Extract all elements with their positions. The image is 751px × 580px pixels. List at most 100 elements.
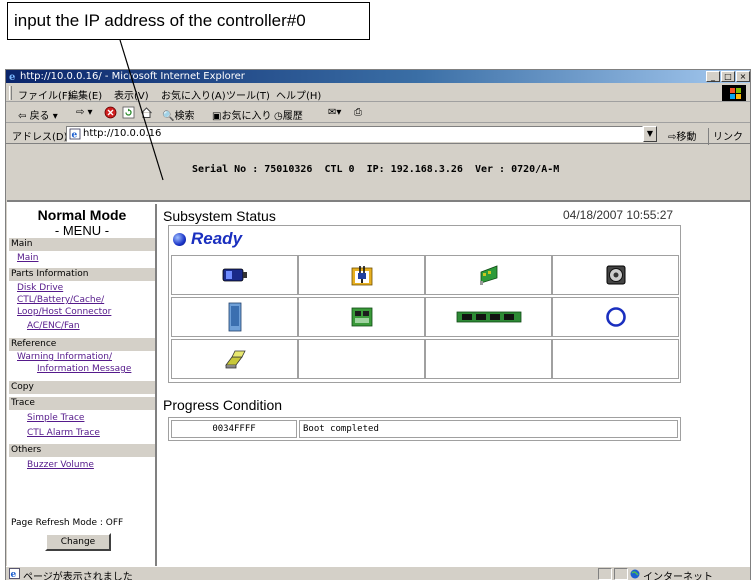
address-bar: アドレス(D) e http://10.0.0.16 ▼ ⇨移動 リンク » — [6, 124, 750, 154]
menu-favorites[interactable]: お気に入り(A) — [161, 87, 226, 102]
address-url: http://10.0.0.16 — [83, 128, 162, 139]
toolbar: ⇦ 戻る ▾ ⇨ ▾ 🔍検索 ▣お気に入り ◷履歴 ✉▾ ⎙ — [6, 103, 750, 123]
network-card-cell[interactable] — [425, 255, 552, 295]
menu-edit[interactable]: 編集(E) — [68, 87, 102, 102]
status-ball-icon — [173, 233, 186, 246]
empty-cell — [552, 339, 679, 379]
subsystem-status-title: Subsystem Status — [163, 208, 276, 224]
disk-drive-cell[interactable] — [171, 297, 298, 337]
page-refresh-mode: Page Refresh Mode : OFF — [11, 518, 124, 528]
windows-flag-icon — [722, 85, 746, 101]
battery-icon — [222, 268, 247, 282]
search-button[interactable]: 🔍検索 — [162, 107, 194, 122]
link-simple-trace[interactable]: Simple Trace — [27, 413, 84, 423]
svg-text:e: e — [9, 72, 15, 81]
link-ctl-battery-cache[interactable]: CTL/Battery/Cache/ — [17, 295, 104, 305]
maximize-button[interactable]: □ — [721, 71, 735, 82]
link-warning-information[interactable]: Warning Information/ — [17, 352, 112, 362]
internet-zone: インターネット — [630, 568, 713, 580]
globe-icon — [630, 569, 640, 579]
print-button[interactable]: ⎙ — [354, 107, 362, 118]
go-label: 移動 — [676, 132, 697, 143]
controller-board-cell[interactable] — [298, 297, 425, 337]
host-connector-cell[interactable] — [171, 339, 298, 379]
system-info-line: Serial No : 75010326 CTL 0 IP: 192.168.3… — [192, 164, 560, 175]
progress-condition-title: Progress Condition — [163, 397, 283, 413]
status-bar: e ページが表示されました インターネット — [6, 566, 750, 580]
favorites-button[interactable]: ▣お気に入り — [212, 107, 271, 122]
svg-text:e: e — [11, 570, 17, 579]
address-input[interactable]: e http://10.0.0.16 — [66, 126, 643, 142]
circuit-board-icon — [351, 307, 372, 327]
instruction-callout: input the IP address of the controller#0 — [7, 2, 370, 40]
back-button[interactable]: ⇦ 戻る ▾ — [18, 107, 58, 122]
ie-logo-icon: e — [9, 72, 15, 81]
link-buzzer-volume[interactable]: Buzzer Volume — [27, 460, 94, 470]
back-label: 戻る — [29, 111, 50, 122]
menu-file[interactable]: ファイル(F) — [18, 87, 72, 102]
change-button[interactable]: Change — [45, 533, 111, 551]
stop-icon[interactable] — [104, 106, 117, 119]
network-card-icon — [479, 265, 497, 285]
refresh-icon[interactable] — [122, 106, 135, 119]
memory-module-icon — [456, 311, 521, 323]
address-label: アドレス(D) — [12, 132, 68, 143]
menu-help[interactable]: ヘルプ(H) — [276, 87, 321, 102]
mail-button[interactable]: ✉▾ — [328, 107, 341, 118]
svg-text:e: e — [72, 131, 78, 141]
section-others: Others — [9, 444, 155, 457]
menu-tools[interactable]: ツール(T) — [226, 87, 270, 102]
status-datetime: 04/18/2007 10:55:27 — [563, 208, 674, 222]
zone-label: インターネット — [643, 572, 713, 580]
empty-cell — [425, 339, 552, 379]
status-text: ページが表示されました — [23, 572, 133, 580]
section-parts-information: Parts Information — [9, 268, 155, 281]
favorites-label: お気に入り — [221, 111, 272, 122]
progress-message: Boot completed — [299, 420, 678, 438]
section-trace: Trace — [9, 397, 155, 410]
link-disk-drive[interactable]: Disk Drive — [17, 283, 63, 293]
page-content: Serial No : 75010326 CTL 0 IP: 192.168.3… — [7, 145, 750, 566]
loop-cell[interactable] — [552, 297, 679, 337]
page-icon: e — [69, 128, 81, 140]
window-title: http://10.0.0.16/ - Microsoft Internet E… — [20, 71, 245, 82]
link-ctl-alarm-trace[interactable]: CTL Alarm Trace — [27, 428, 100, 438]
empty-cell — [298, 339, 425, 379]
status-pane — [598, 568, 612, 580]
browser-window: e http://10.0.0.16/ - Microsoft Internet… — [5, 69, 751, 580]
forward-button[interactable]: ⇨ ▾ — [76, 107, 93, 118]
search-label: 検索 — [174, 111, 195, 122]
history-button[interactable]: ◷履歴 — [274, 107, 303, 122]
link-main[interactable]: Main — [17, 253, 39, 263]
link-loop-host-connector[interactable]: Loop/Host Connector — [17, 307, 111, 317]
minimize-button[interactable]: _ — [706, 71, 720, 82]
power-supply-cell[interactable] — [298, 255, 425, 295]
page-done-icon: e — [9, 568, 20, 579]
callout-text: input the IP address of the controller#0 — [14, 11, 306, 30]
menu-heading: - MENU - — [54, 223, 110, 238]
home-icon[interactable] — [140, 106, 153, 119]
status-pane — [614, 568, 628, 580]
progress-table: 0034FFFF Boot completed — [168, 417, 681, 441]
ready-row: Ready — [169, 226, 680, 254]
section-copy: Copy — [9, 381, 155, 394]
mode-title: Normal Mode — [37, 207, 127, 223]
go-button[interactable]: ⇨移動 — [668, 128, 696, 143]
loop-ring-icon — [605, 307, 626, 327]
close-button[interactable]: × — [736, 71, 750, 82]
cache-memory-cell[interactable] — [425, 297, 552, 337]
section-main: Main — [9, 238, 155, 251]
fan-cell[interactable] — [552, 255, 679, 295]
link-ac-enc-fan[interactable]: AC/ENC/Fan — [27, 321, 80, 331]
header-frame: Serial No : 75010326 CTL 0 IP: 192.168.3… — [7, 145, 750, 202]
progress-code: 0034FFFF — [171, 420, 297, 438]
menu-view[interactable]: 表示(V) — [114, 87, 149, 102]
link-information-message[interactable]: Information Message — [37, 364, 131, 374]
fan-icon — [606, 265, 625, 285]
address-dropdown-button[interactable]: ▼ — [643, 126, 657, 142]
battery-cell[interactable] — [171, 255, 298, 295]
menu-frame: Normal Mode - MENU - Main Main Parts Inf… — [7, 204, 157, 566]
title-bar: e http://10.0.0.16/ - Microsoft Internet… — [6, 70, 750, 83]
disk-drive-icon — [228, 302, 241, 332]
power-plug-icon — [351, 266, 372, 286]
